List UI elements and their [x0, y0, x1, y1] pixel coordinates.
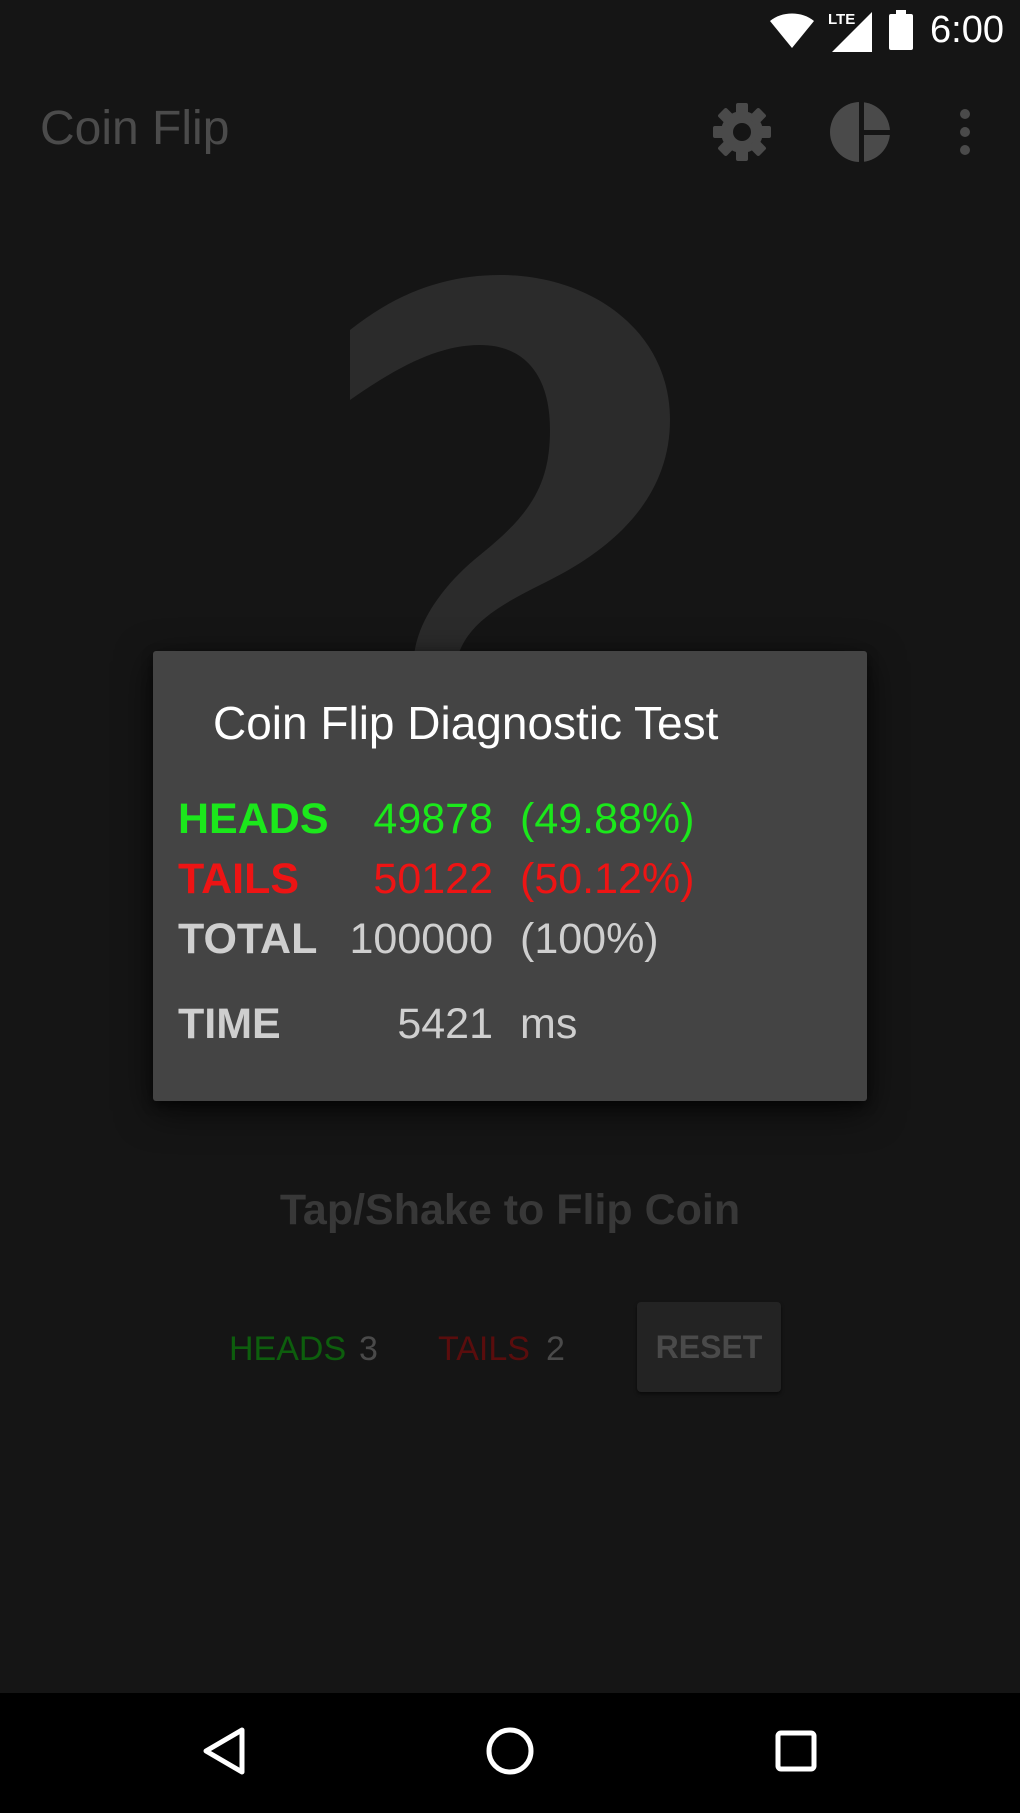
gear-icon [710, 100, 774, 168]
stat-row-tails: TAILS 50122 (50.12%) [153, 851, 867, 907]
stat-count: 50122 [373, 855, 493, 903]
app-title: Coin Flip [40, 102, 230, 155]
recents-button[interactable] [756, 1713, 836, 1793]
lte-signal-icon: LTE [828, 8, 872, 52]
stat-row-heads: HEADS 49878 (49.88%) [153, 791, 867, 847]
status-bar: LTE 6:00 [0, 0, 1020, 62]
stat-percent: (49.88%) [520, 795, 695, 843]
navigation-bar [0, 1693, 1020, 1813]
stat-label: TIME [178, 1000, 281, 1048]
stat-row-time: TIME 5421 ms [153, 996, 867, 1052]
overflow-menu-button[interactable] [940, 92, 990, 176]
tails-count: 2 [546, 1330, 565, 1368]
wifi-icon [768, 10, 816, 50]
status-time: 6:00 [930, 9, 1004, 51]
tails-label: TAILS [438, 1330, 530, 1368]
recents-icon [774, 1729, 818, 1777]
overflow-menu-icon [957, 108, 973, 160]
home-icon [485, 1726, 535, 1780]
coin-display[interactable] [250, 250, 750, 690]
stat-unit: ms [520, 1000, 578, 1048]
stat-count: 49878 [373, 795, 493, 843]
flip-hint-text: Tap/Shake to Flip Coin [279, 1186, 741, 1234]
dialog-title: Coin Flip Diagnostic Test [213, 697, 719, 749]
stat-row-total: TOTAL 100000 (100%) [153, 911, 867, 967]
reset-button[interactable]: RESET [637, 1302, 781, 1392]
screen: LTE 6:00 Coin Flip Tap/Shake to Flip Coi… [0, 0, 1020, 1813]
stat-label: HEADS [178, 795, 329, 843]
settings-button[interactable] [700, 92, 784, 176]
heads-count: 3 [359, 1330, 378, 1368]
back-icon [202, 1726, 246, 1780]
score-row: HEADS 3 TAILS 2 RESET [0, 1300, 1020, 1396]
stat-count: 100000 [349, 915, 494, 963]
home-button[interactable] [470, 1713, 550, 1793]
stat-count: 5421 [397, 1000, 493, 1048]
stat-label: TAILS [178, 855, 300, 903]
back-button[interactable] [184, 1713, 264, 1793]
statistics-button[interactable] [818, 92, 902, 176]
battery-icon [888, 10, 914, 50]
lte-label: LTE [828, 11, 855, 28]
stat-percent: (100%) [520, 915, 659, 963]
stat-percent: (50.12%) [520, 855, 695, 903]
pie-chart-icon [828, 100, 892, 168]
stat-label: TOTAL [178, 915, 318, 963]
heads-label: HEADS [229, 1330, 347, 1368]
